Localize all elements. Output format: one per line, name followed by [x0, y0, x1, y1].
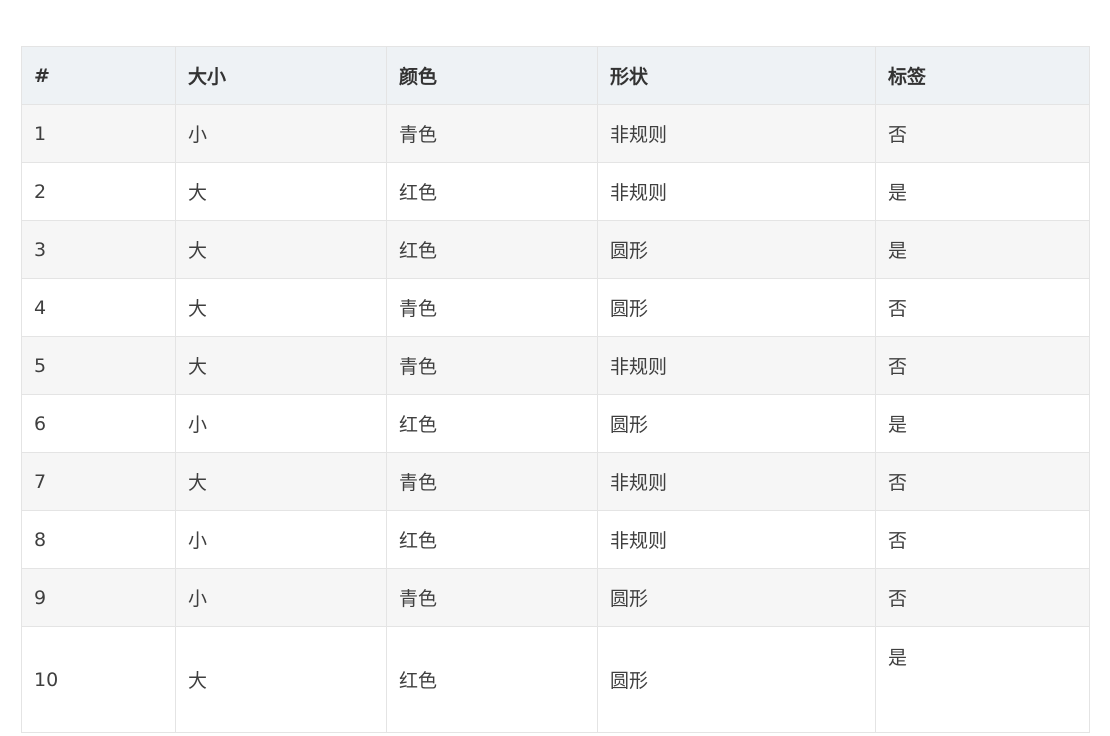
cell-index: 6 — [21, 394, 176, 453]
cell-color: 红色 — [386, 510, 598, 569]
cell-shape: 非规则 — [597, 162, 876, 221]
table-row: 7 大 青色 非规则 否 — [21, 452, 1090, 511]
data-table-container: # 大小 颜色 形状 标签 1 小 青色 非规则 否 2 大 红色 非规则 是 — [21, 46, 1090, 733]
cell-label: 否 — [875, 510, 1090, 569]
table-row: 2 大 红色 非规则 是 — [21, 162, 1090, 221]
cell-index: 1 — [21, 104, 176, 163]
cell-size: 大 — [175, 278, 387, 337]
cell-index: 10 — [21, 626, 176, 733]
cell-index: 8 — [21, 510, 176, 569]
table-body: 1 小 青色 非规则 否 2 大 红色 非规则 是 3 大 红色 圆形 是 4 … — [21, 104, 1090, 733]
cell-color: 青色 — [386, 104, 598, 163]
cell-color: 红色 — [386, 394, 598, 453]
header-color: 颜色 — [386, 46, 598, 105]
cell-label: 否 — [875, 336, 1090, 395]
cell-index: 5 — [21, 336, 176, 395]
header-index: # — [21, 46, 176, 105]
table-row: 10 大 红色 圆形 是 — [21, 626, 1090, 733]
cell-index: 9 — [21, 568, 176, 627]
table-row: 6 小 红色 圆形 是 — [21, 394, 1090, 453]
table-row: 5 大 青色 非规则 否 — [21, 336, 1090, 395]
table-row: 8 小 红色 非规则 否 — [21, 510, 1090, 569]
table-row: 9 小 青色 圆形 否 — [21, 568, 1090, 627]
header-shape: 形状 — [597, 46, 876, 105]
cell-label: 否 — [875, 452, 1090, 511]
cell-color: 红色 — [386, 220, 598, 279]
cell-color: 青色 — [386, 336, 598, 395]
data-table: # 大小 颜色 形状 标签 1 小 青色 非规则 否 2 大 红色 非规则 是 — [21, 46, 1090, 733]
cell-shape: 非规则 — [597, 510, 876, 569]
cell-shape: 非规则 — [597, 336, 876, 395]
cell-label: 否 — [875, 278, 1090, 337]
cell-index: 3 — [21, 220, 176, 279]
cell-index: 2 — [21, 162, 176, 221]
cell-size: 小 — [175, 394, 387, 453]
cell-size: 大 — [175, 162, 387, 221]
cell-label: 是 — [875, 220, 1090, 279]
cell-color: 青色 — [386, 568, 598, 627]
table-row: 3 大 红色 圆形 是 — [21, 220, 1090, 279]
cell-shape: 圆形 — [597, 568, 876, 627]
cell-label: 是 — [875, 162, 1090, 221]
table-header: # 大小 颜色 形状 标签 — [21, 46, 1090, 105]
cell-shape: 圆形 — [597, 278, 876, 337]
cell-shape: 圆形 — [597, 394, 876, 453]
cell-label: 否 — [875, 568, 1090, 627]
cell-color: 青色 — [386, 452, 598, 511]
cell-color: 红色 — [386, 626, 598, 733]
cell-shape: 圆形 — [597, 220, 876, 279]
cell-shape: 圆形 — [597, 626, 876, 733]
cell-size: 小 — [175, 568, 387, 627]
cell-label: 是 — [875, 394, 1090, 453]
cell-color: 青色 — [386, 278, 598, 337]
cell-size: 大 — [175, 626, 387, 733]
cell-label: 否 — [875, 104, 1090, 163]
cell-shape: 非规则 — [597, 452, 876, 511]
table-row: 4 大 青色 圆形 否 — [21, 278, 1090, 337]
cell-color: 红色 — [386, 162, 598, 221]
table-row: 1 小 青色 非规则 否 — [21, 104, 1090, 163]
header-label: 标签 — [875, 46, 1090, 105]
cell-index: 7 — [21, 452, 176, 511]
cell-label: 是 — [875, 626, 1090, 733]
cell-size: 小 — [175, 104, 387, 163]
cell-index: 4 — [21, 278, 176, 337]
cell-shape: 非规则 — [597, 104, 876, 163]
cell-size: 大 — [175, 452, 387, 511]
cell-size: 大 — [175, 220, 387, 279]
cell-size: 大 — [175, 336, 387, 395]
cell-size: 小 — [175, 510, 387, 569]
header-row: # 大小 颜色 形状 标签 — [21, 46, 1090, 105]
header-size: 大小 — [175, 46, 387, 105]
